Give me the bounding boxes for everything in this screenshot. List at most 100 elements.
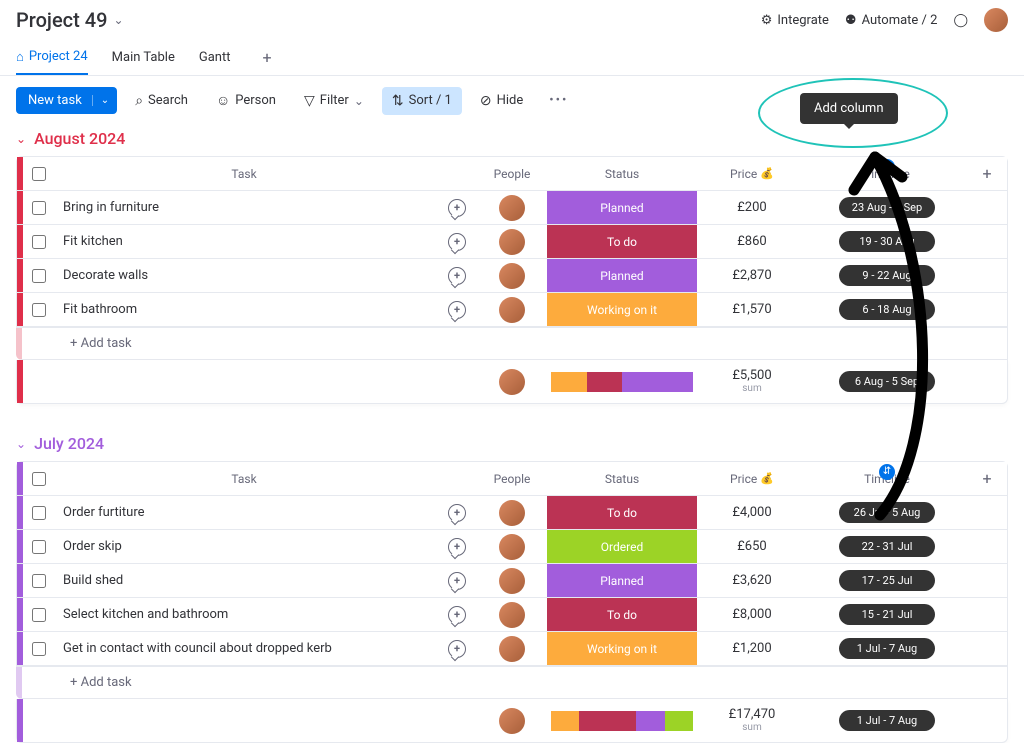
task-name[interactable]: Fit bathroom: [51, 302, 437, 317]
table-row[interactable]: Fit kitchen + To do £860 19 - 30 Aug: [17, 225, 1007, 259]
table-row[interactable]: Build shed + Planned £3,620 17 - 25 Jul: [17, 564, 1007, 598]
add-column-button[interactable]: +: [967, 164, 1007, 183]
status-cell[interactable]: Working on it: [547, 632, 697, 665]
price-cell[interactable]: £860: [697, 234, 807, 249]
status-cell[interactable]: Planned: [547, 191, 697, 224]
row-checkbox[interactable]: [27, 642, 51, 656]
person-button[interactable]: ☺Person: [206, 86, 286, 115]
timeline-cell[interactable]: 17 - 25 Jul: [807, 570, 967, 591]
table-row[interactable]: Select kitchen and bathroom + To do £8,0…: [17, 598, 1007, 632]
conversation-button[interactable]: +: [437, 233, 477, 251]
table-row[interactable]: Bring in furniture + Planned £200 23 Aug…: [17, 191, 1007, 225]
row-checkbox[interactable]: [27, 608, 51, 622]
task-name[interactable]: Build shed: [51, 573, 437, 588]
col-people[interactable]: People: [477, 472, 547, 486]
tab-gantt[interactable]: Gantt: [199, 42, 231, 73]
tab-main-table[interactable]: Main Table: [112, 42, 175, 73]
col-task[interactable]: Task: [51, 167, 437, 181]
hide-button[interactable]: ⊘Hide: [470, 87, 533, 115]
more-menu[interactable]: •••: [541, 89, 576, 112]
task-name[interactable]: Select kitchen and bathroom: [51, 607, 437, 622]
timeline-cell[interactable]: 6 - 18 Aug: [807, 299, 967, 320]
status-cell[interactable]: Planned: [547, 259, 697, 292]
col-task[interactable]: Task: [51, 472, 437, 486]
status-cell[interactable]: Working on it: [547, 293, 697, 326]
tab-project[interactable]: ⌂ Project 24: [16, 41, 88, 75]
tab-add[interactable]: +: [254, 40, 279, 75]
table-row[interactable]: Decorate walls + Planned £2,870 9 - 22 A…: [17, 259, 1007, 293]
table-row[interactable]: Order furtiture + To do £4,000 26 Jul - …: [17, 496, 1007, 530]
select-all-checkbox[interactable]: [27, 167, 51, 181]
col-people[interactable]: People: [477, 167, 547, 181]
new-task-button[interactable]: New task ⌄: [16, 87, 117, 114]
price-cell[interactable]: £3,620: [697, 573, 807, 588]
timeline-cell[interactable]: 9 - 22 Aug: [807, 265, 967, 286]
table-row[interactable]: Get in contact with council about droppe…: [17, 632, 1007, 666]
conversation-button[interactable]: +: [437, 504, 477, 522]
status-cell[interactable]: To do: [547, 225, 697, 258]
row-checkbox[interactable]: [27, 201, 51, 215]
price-cell[interactable]: £1,570: [697, 302, 807, 317]
col-timeline[interactable]: ⇵Timeline: [807, 167, 967, 181]
conversation-button[interactable]: +: [437, 199, 477, 217]
group-header[interactable]: ⌄ August 2024: [16, 125, 1008, 156]
price-cell[interactable]: £8,000: [697, 607, 807, 622]
task-name[interactable]: Order furtiture: [51, 505, 437, 520]
status-cell[interactable]: Planned: [547, 564, 697, 597]
sort-button[interactable]: ⇅Sort / 1: [382, 87, 462, 115]
people-cell[interactable]: [477, 636, 547, 662]
price-cell[interactable]: £2,870: [697, 268, 807, 283]
user-avatar[interactable]: [984, 8, 1008, 32]
collapse-icon[interactable]: ⌄: [16, 132, 26, 146]
conversation-button[interactable]: +: [437, 572, 477, 590]
task-name[interactable]: Fit kitchen: [51, 234, 437, 249]
conversation-button[interactable]: +: [437, 301, 477, 319]
conversation-button[interactable]: +: [437, 267, 477, 285]
col-status[interactable]: Status: [547, 167, 697, 181]
collapse-icon[interactable]: ⌄: [16, 437, 26, 451]
project-title[interactable]: Project 49 ⌄: [16, 8, 124, 32]
integrate-button[interactable]: ⚙ Integrate: [761, 13, 829, 28]
timeline-cell[interactable]: 1 Jul - 7 Aug: [807, 638, 967, 659]
people-cell[interactable]: [477, 297, 547, 323]
table-row[interactable]: Order skip + Ordered £650 22 - 31 Jul: [17, 530, 1007, 564]
add-column-button[interactable]: +: [967, 469, 1007, 488]
col-status[interactable]: Status: [547, 472, 697, 486]
task-name[interactable]: Bring in furniture: [51, 200, 437, 215]
price-cell[interactable]: £650: [697, 539, 807, 554]
status-cell[interactable]: To do: [547, 598, 697, 631]
conversation-button[interactable]: +: [437, 538, 477, 556]
search-button[interactable]: ⌕Search: [125, 87, 198, 115]
timeline-cell[interactable]: 26 Jul - 5 Aug: [807, 502, 967, 523]
timeline-cell[interactable]: 23 Aug - 5 Sep: [807, 197, 967, 218]
row-checkbox[interactable]: [27, 269, 51, 283]
add-task-button[interactable]: + Add task: [16, 328, 1008, 360]
people-cell[interactable]: [477, 229, 547, 255]
col-timeline[interactable]: ⇵Timeline: [807, 472, 967, 486]
col-price[interactable]: Price💰: [697, 472, 807, 486]
timeline-cell[interactable]: 15 - 21 Jul: [807, 604, 967, 625]
row-checkbox[interactable]: [27, 235, 51, 249]
filter-button[interactable]: ▽Filter ⌄: [294, 87, 374, 115]
people-cell[interactable]: [477, 534, 547, 560]
task-name[interactable]: Get in contact with council about droppe…: [51, 641, 437, 656]
people-cell[interactable]: [477, 602, 547, 628]
group-header[interactable]: ⌄ July 2024: [16, 430, 1008, 461]
add-task-button[interactable]: + Add task: [16, 667, 1008, 699]
price-cell[interactable]: £200: [697, 200, 807, 215]
col-price[interactable]: Price💰: [697, 167, 807, 181]
chevron-down-icon[interactable]: ⌄: [92, 95, 109, 106]
task-name[interactable]: Order skip: [51, 539, 437, 554]
timeline-cell[interactable]: 19 - 30 Aug: [807, 231, 967, 252]
people-cell[interactable]: [477, 500, 547, 526]
automate-button[interactable]: ⚉ Automate / 2: [845, 13, 938, 28]
chat-button[interactable]: ◯: [953, 13, 968, 28]
conversation-button[interactable]: +: [437, 606, 477, 624]
row-checkbox[interactable]: [27, 574, 51, 588]
row-checkbox[interactable]: [27, 506, 51, 520]
conversation-button[interactable]: +: [437, 640, 477, 658]
price-cell[interactable]: £4,000: [697, 505, 807, 520]
people-cell[interactable]: [477, 195, 547, 221]
timeline-cell[interactable]: 22 - 31 Jul: [807, 536, 967, 557]
people-cell[interactable]: [477, 568, 547, 594]
